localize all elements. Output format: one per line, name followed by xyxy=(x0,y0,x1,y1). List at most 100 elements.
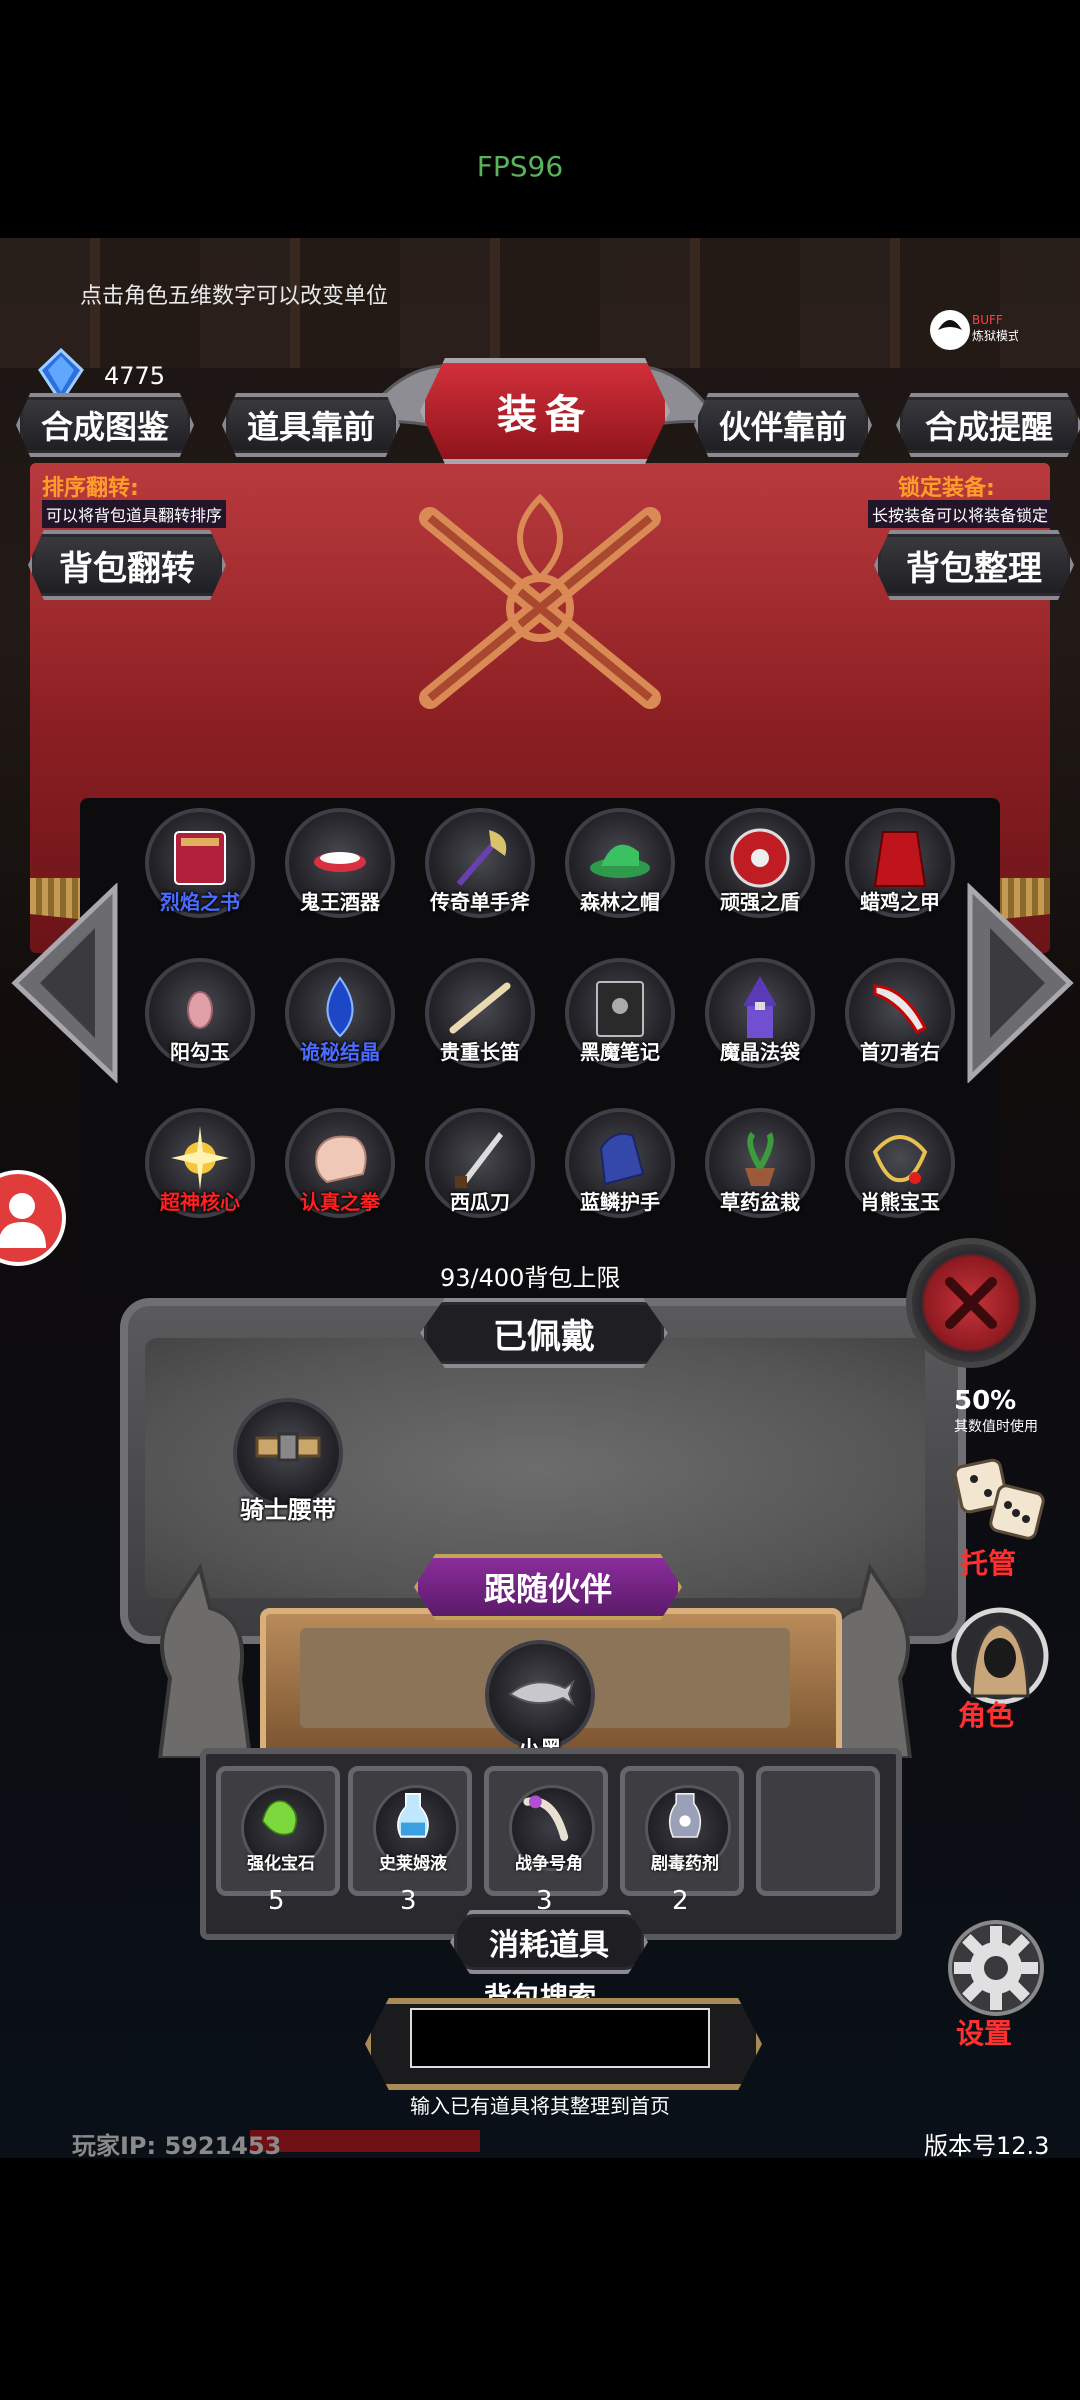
consumable-count: 3 xyxy=(400,1886,417,1916)
book-icon xyxy=(174,831,226,885)
consumable-count: 2 xyxy=(672,1886,689,1916)
sort-flip-title: 排序翻转: xyxy=(42,476,139,501)
wizard-icon xyxy=(743,976,777,1038)
hat-icon xyxy=(590,844,650,878)
consumable-icon xyxy=(261,1800,298,1836)
inventory-item[interactable]: 贵重长笛 xyxy=(420,958,540,1078)
item-label: 烈焰之书 xyxy=(160,890,240,914)
inventory-item[interactable]: 西瓜刀 xyxy=(420,1108,540,1228)
inventory-item[interactable]: 肖熊宝玉 xyxy=(840,1108,960,1228)
consumable-count: 5 xyxy=(268,1886,285,1916)
gear-icon[interactable] xyxy=(946,1918,1046,2018)
fps-counter: FPS96 xyxy=(476,150,564,183)
item-label: 黑魔笔记 xyxy=(580,1040,660,1064)
bag-limit: 93/400背包上限 xyxy=(440,1264,621,1292)
game-screen: 点击角色五维数字可以改变单位 4775 BUFF 炼狱模式 装备 合成图鉴 道具… xyxy=(0,238,1080,2158)
lock-equip-desc: 长按装备可以将装备锁定 xyxy=(868,500,1053,528)
inventory-item[interactable]: 草药盆栽 xyxy=(700,1108,820,1228)
items-front-button[interactable]: 道具靠前 xyxy=(222,393,400,457)
belt-label: 骑士腰带 xyxy=(240,1496,336,1524)
item-label: 超神核心 xyxy=(160,1190,240,1214)
item-label: 阳勾玉 xyxy=(170,1040,230,1064)
buff-mode-label: 炼狱模式 xyxy=(972,328,1018,343)
belt-icon xyxy=(255,1432,321,1462)
notebook-icon xyxy=(596,981,644,1037)
inventory-item[interactable]: 顽强之盾 xyxy=(700,808,820,928)
item-label: 传奇单手斧 xyxy=(430,890,530,914)
partner-front-button[interactable]: 伙伴靠前 xyxy=(694,393,872,457)
consumable-slot[interactable]: 史莱姆液 xyxy=(348,1766,472,1896)
dice-icon[interactable] xyxy=(950,1453,1050,1543)
crystal-icon xyxy=(326,976,354,1038)
partner-pet[interactable]: 小黑 xyxy=(480,1640,600,1763)
item-label: 蓝鳞护手 xyxy=(580,1190,660,1214)
inventory-item[interactable]: 森林之帽 xyxy=(560,808,680,928)
consumable-slot[interactable]: 战争号角 xyxy=(484,1766,608,1896)
buff-mode-icon[interactable]: BUFF 炼狱模式 xyxy=(928,300,1018,360)
player-ip: 玩家IP: 5921453 xyxy=(72,2132,282,2158)
inventory-item[interactable]: 黑魔笔记 xyxy=(560,958,680,1078)
item-label: 西瓜刀 xyxy=(450,1190,510,1214)
bowl-icon xyxy=(314,852,366,872)
pendant-icon xyxy=(872,1135,928,1184)
consumable-slot[interactable]: 剧毒药剂 xyxy=(620,1766,744,1896)
inventory-item[interactable]: 蜡鸡之甲 xyxy=(840,808,960,928)
consumable-slot-empty[interactable] xyxy=(756,1766,880,1896)
synth-guide-button[interactable]: 合成图鉴 xyxy=(16,393,194,457)
jade-icon xyxy=(187,991,213,1029)
equipped-belt[interactable]: 骑士腰带 xyxy=(228,1398,348,1524)
inventory-item[interactable]: 鬼王酒器 xyxy=(280,808,400,928)
item-label: 首刃者右 xyxy=(860,1040,940,1064)
gauntlet-icon xyxy=(599,1132,645,1186)
dolphin-icon xyxy=(508,1679,575,1707)
avatar-button[interactable] xyxy=(0,1170,66,1266)
stat-percent: 50% xyxy=(954,1386,1017,1416)
inventory-item[interactable]: 认真之拳 xyxy=(280,1108,400,1228)
gem-count: 4775 xyxy=(104,362,166,390)
close-button[interactable] xyxy=(906,1238,1036,1368)
inventory-item[interactable]: 传奇单手斧 xyxy=(420,808,540,928)
inventory-item[interactable]: 烈焰之书 xyxy=(140,808,260,928)
fist-icon xyxy=(315,1135,367,1184)
consumable-icon xyxy=(668,1793,702,1838)
axe-icon xyxy=(456,830,507,886)
inventory-item[interactable]: 超神核心 xyxy=(140,1108,260,1228)
close-icon xyxy=(945,1277,997,1329)
hint-text: 点击角色五维数字可以改变单位 xyxy=(80,284,389,309)
item-label: 顽强之盾 xyxy=(720,890,800,914)
prev-page-arrow-icon[interactable] xyxy=(10,883,125,1083)
consumable-slot[interactable]: 强化宝石 xyxy=(216,1766,340,1896)
bag-sort-button[interactable]: 背包整理 xyxy=(874,530,1074,600)
item-label: 魔晶法袋 xyxy=(720,1040,800,1064)
partner-title: 跟随伙伴 xyxy=(414,1554,682,1620)
page-title: 装备 xyxy=(420,358,670,464)
character-icon[interactable] xyxy=(950,1606,1050,1706)
crossed-swords-icon xyxy=(419,493,661,709)
inventory-item[interactable]: 首刃者右 xyxy=(840,958,960,1078)
auto-play-label[interactable]: 托管 xyxy=(960,1542,1016,1582)
flute-icon xyxy=(449,982,511,1034)
search-input[interactable] xyxy=(410,2008,710,2068)
buff-label: BUFF xyxy=(972,313,1003,327)
settings-label[interactable]: 设置 xyxy=(956,2012,1012,2052)
inventory-item[interactable]: 魔晶法袋 xyxy=(700,958,820,1078)
consumable-icon xyxy=(397,1793,429,1838)
blade-icon xyxy=(873,984,928,1034)
bag-flip-button[interactable]: 背包翻转 xyxy=(28,530,226,600)
cloak-icon xyxy=(873,831,927,887)
synth-remind-button[interactable]: 合成提醒 xyxy=(896,393,1080,457)
inventory-item[interactable]: 阳勾玉 xyxy=(140,958,260,1078)
item-label: 认真之拳 xyxy=(300,1190,380,1214)
progress-strip xyxy=(250,2130,480,2152)
core-icon xyxy=(171,1126,229,1190)
inventory-item[interactable]: 诡秘结晶 xyxy=(280,958,400,1078)
sort-flip-desc: 可以将背包道具翻转排序 xyxy=(42,500,227,528)
character-label[interactable]: 角色 xyxy=(958,1694,1014,1734)
inventory-item[interactable]: 蓝鳞护手 xyxy=(560,1108,680,1228)
consumable-icon xyxy=(523,1795,569,1841)
stat-percent-note: 其数值时使用 xyxy=(954,1419,1038,1435)
plant-icon xyxy=(745,1131,775,1186)
item-label: 鬼王酒器 xyxy=(300,890,380,914)
equipped-title: 已佩戴 xyxy=(420,1298,668,1368)
lock-equip-title: 锁定装备: xyxy=(898,476,995,501)
